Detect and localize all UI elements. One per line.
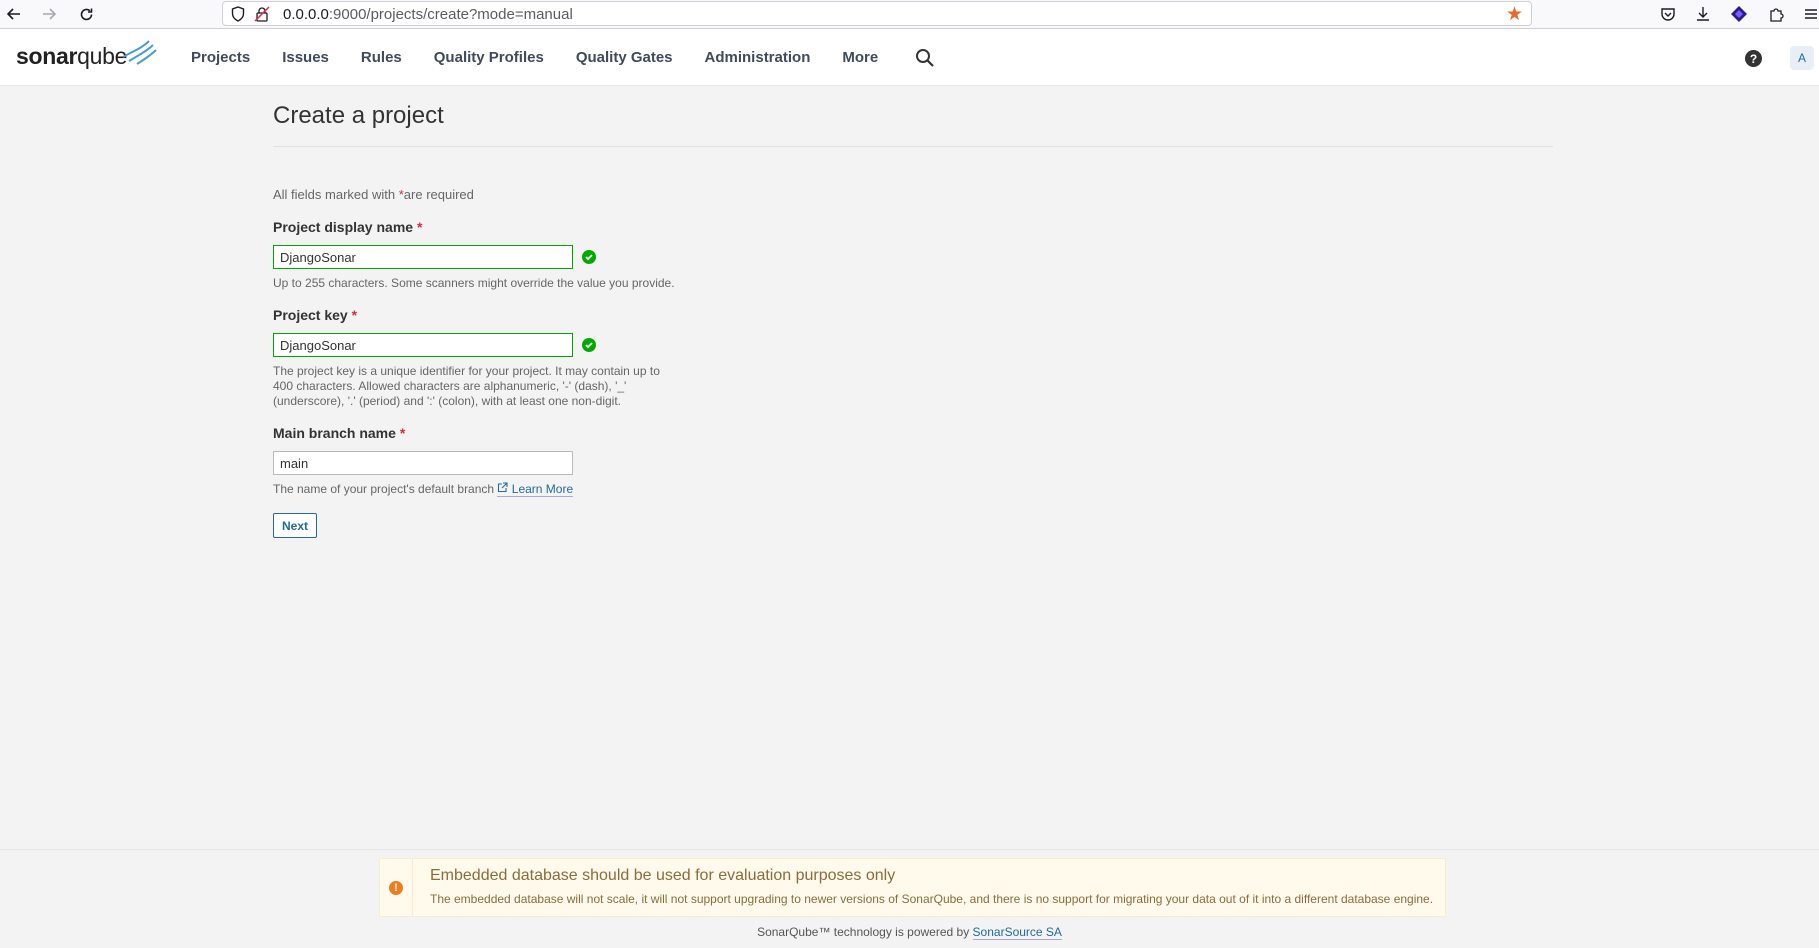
powered-by-label: SonarQube™ technology is powered by xyxy=(757,925,970,939)
extensions-puzzle-icon[interactable] xyxy=(1766,4,1786,24)
address-bar[interactable]: 0.0.0.0:9000/projects/create?mode=manual… xyxy=(222,1,1532,26)
project-key-required-star: * xyxy=(351,307,358,323)
required-fields-note: All fields marked with *are required xyxy=(273,187,474,202)
sonarqube-navbar: sonarqube Projects Issues Rules Quality … xyxy=(0,29,1819,86)
warning-exclamation-icon: ! xyxy=(389,880,403,895)
main-menu: Projects Issues Rules Quality Profiles Q… xyxy=(191,29,910,85)
learn-more-text: Learn More xyxy=(511,482,574,496)
external-link-icon xyxy=(498,482,508,493)
browser-toolbar: 0.0.0.0:9000/projects/create?mode=manual… xyxy=(0,0,1819,29)
project-key-help-line2: 400 characters. Allowed characters are a… xyxy=(273,379,627,393)
url-text[interactable]: 0.0.0.0:9000/projects/create?mode=manual xyxy=(283,6,573,23)
user-avatar[interactable]: A xyxy=(1790,46,1814,70)
reload-icon[interactable] xyxy=(76,4,96,24)
project-key-label: Project key * xyxy=(273,307,357,323)
main-branch-help: The name of your project's default branc… xyxy=(273,482,574,497)
app-menu-icon[interactable] xyxy=(1801,4,1819,24)
forward-arrow-icon[interactable] xyxy=(39,4,59,24)
nav-quality-profiles[interactable]: Quality Profiles xyxy=(434,49,544,66)
logo-text-bold: sonar xyxy=(16,43,78,69)
powered-by-text: SonarQube™ technology is powered by Sona… xyxy=(0,925,1819,940)
url-path: :9000/projects/create?mode=manual xyxy=(328,6,573,23)
nav-quality-gates[interactable]: Quality Gates xyxy=(576,49,673,66)
logo-waves-icon xyxy=(122,40,157,65)
search-icon[interactable] xyxy=(915,48,935,68)
required-suffix: are required xyxy=(403,187,474,202)
title-divider xyxy=(273,146,1553,147)
nav-administration[interactable]: Administration xyxy=(705,49,811,66)
shield-icon[interactable] xyxy=(229,5,247,23)
bookmark-star-icon[interactable]: ★ xyxy=(1506,3,1523,26)
project-key-valid-check-icon xyxy=(582,338,596,352)
display-name-label: Project display name * xyxy=(273,219,422,235)
embedded-db-warning: ! Embedded database should be used for e… xyxy=(379,858,1446,917)
page-title: Create a project xyxy=(273,102,444,129)
pocket-icon[interactable] xyxy=(1658,4,1678,24)
warning-title: Embedded database should be used for eva… xyxy=(430,867,896,884)
main-branch-required-star: * xyxy=(399,425,406,441)
next-button[interactable]: Next xyxy=(273,513,317,538)
project-key-help-line1: The project key is a unique identifier f… xyxy=(273,364,660,378)
warning-icon-column: ! xyxy=(380,859,413,916)
project-key-input[interactable] xyxy=(273,333,573,357)
lock-insecure-icon[interactable] xyxy=(253,5,271,23)
project-key-label-text: Project key xyxy=(273,307,348,323)
main-branch-label-text: Main branch name xyxy=(273,425,396,441)
download-icon[interactable] xyxy=(1693,4,1713,24)
url-host: 0.0.0.0 xyxy=(283,6,329,23)
warning-body: The embedded database will not scale, it… xyxy=(430,892,1434,906)
display-name-required-star: * xyxy=(416,219,423,235)
sonarsource-link[interactable]: SonarSource SA xyxy=(972,925,1062,940)
display-name-help: Up to 255 characters. Some scanners migh… xyxy=(273,276,675,290)
nav-projects[interactable]: Projects xyxy=(191,49,250,66)
extension-badge-icon[interactable] xyxy=(1729,4,1749,24)
nav-rules[interactable]: Rules xyxy=(361,49,402,66)
nav-more[interactable]: More xyxy=(842,49,878,66)
learn-more-link[interactable]: Learn More xyxy=(497,482,574,497)
display-name-input[interactable] xyxy=(273,245,573,269)
back-arrow-icon[interactable] xyxy=(4,4,24,24)
project-key-help-line3: (underscore), '.' (period) and ':' (colo… xyxy=(273,394,621,408)
main-branch-help-text: The name of your project's default branc… xyxy=(273,482,495,496)
required-prefix: All fields marked with xyxy=(273,187,396,202)
sonarqube-logo[interactable]: sonarqube xyxy=(16,40,157,73)
display-name-label-text: Project display name xyxy=(273,219,414,235)
nav-issues[interactable]: Issues xyxy=(282,49,329,66)
display-name-valid-check-icon xyxy=(582,250,596,264)
main-branch-label: Main branch name * xyxy=(273,425,405,441)
main-branch-input[interactable] xyxy=(273,451,573,475)
help-icon[interactable]: ? xyxy=(1745,50,1762,67)
project-key-help: The project key is a unique identifier f… xyxy=(273,364,660,409)
